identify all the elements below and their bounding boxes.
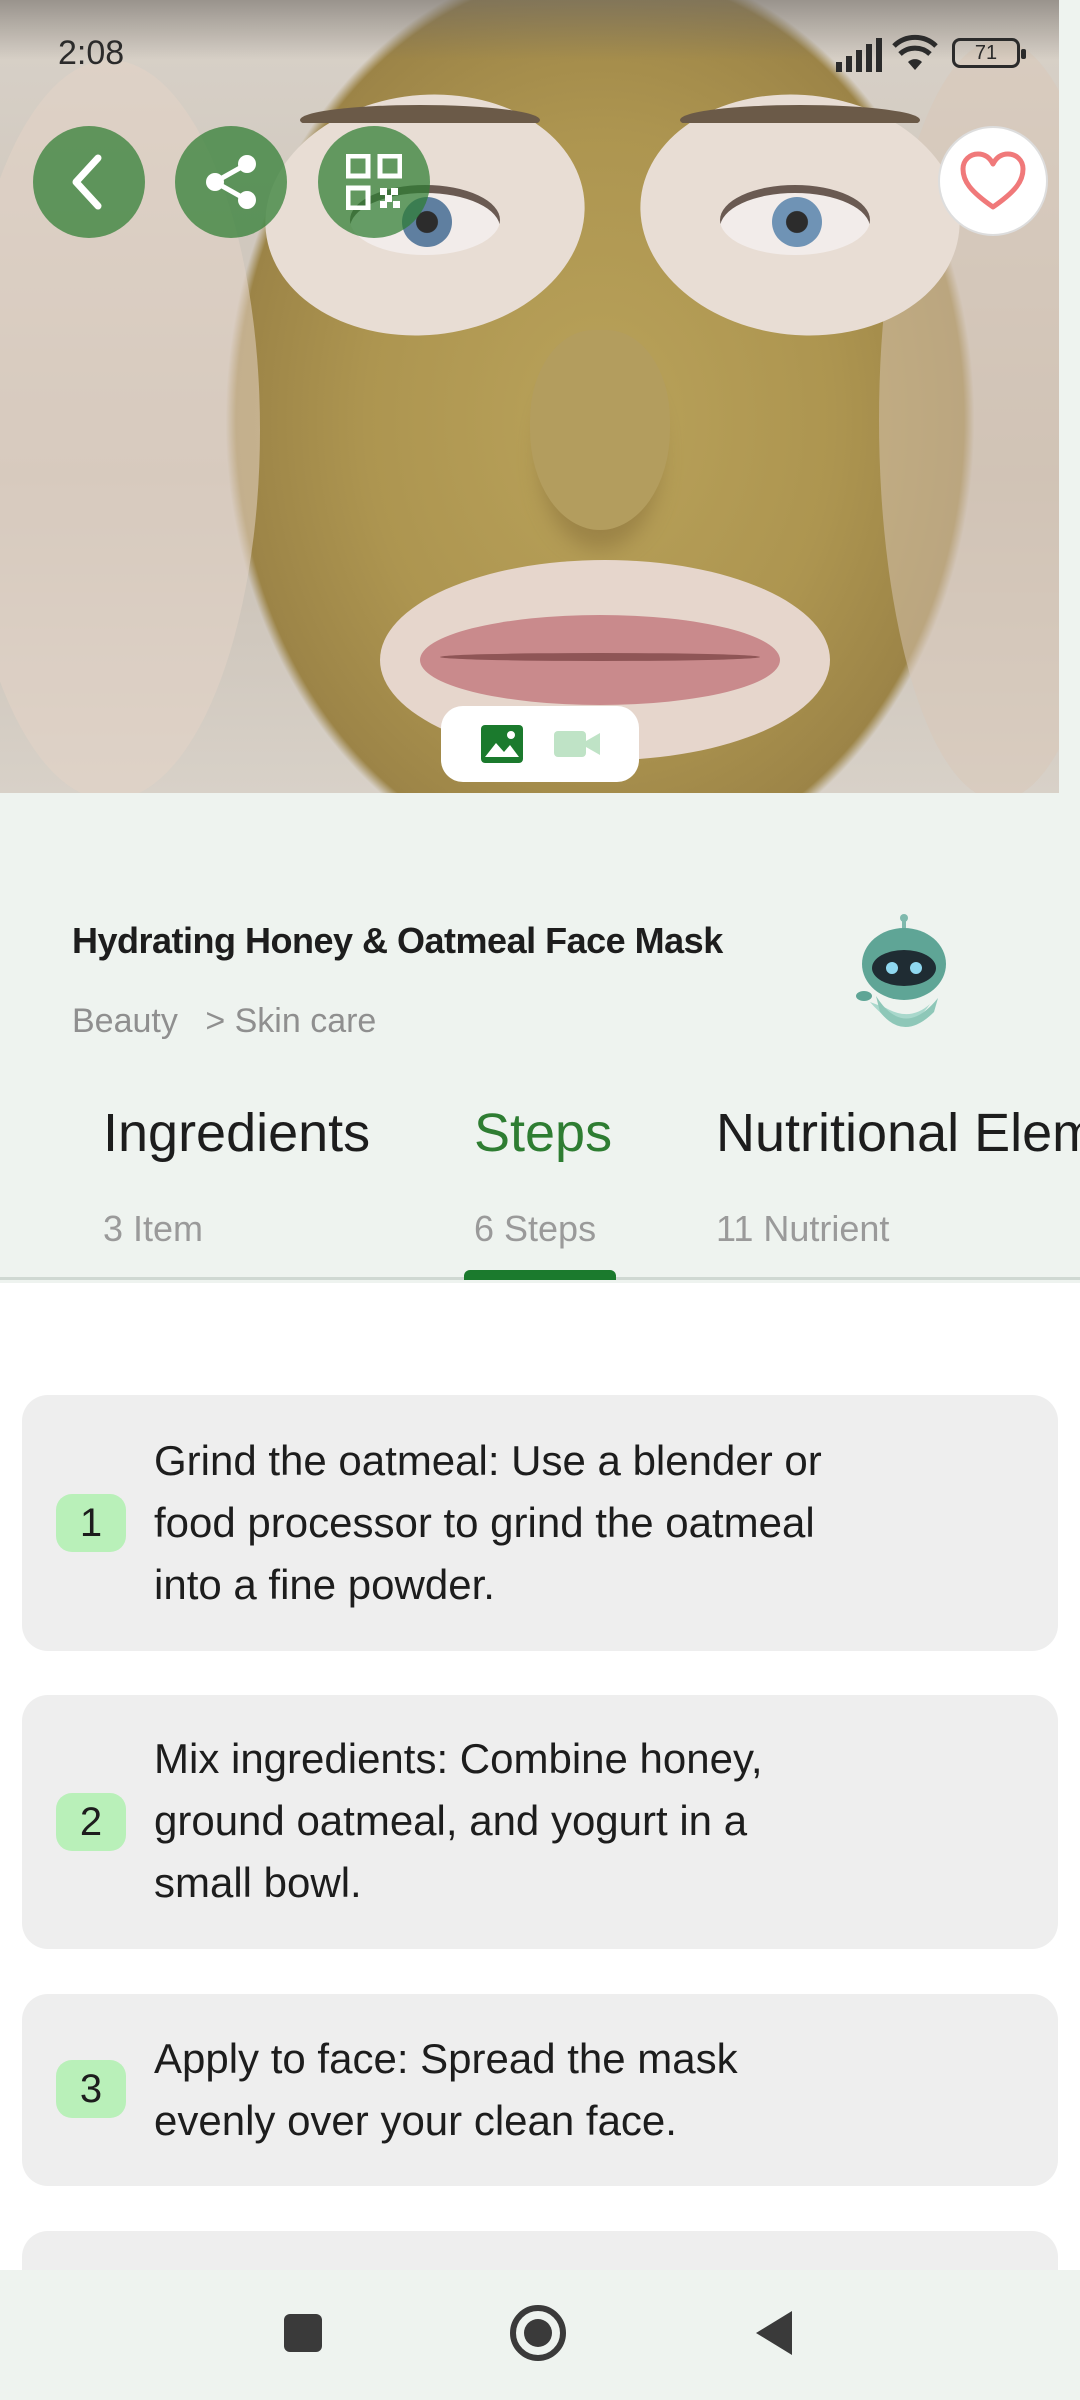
list-item[interactable]: 1 Grind the oatmeal: Use a blender or fo…: [22, 1395, 1058, 1651]
breadcrumb-category[interactable]: Beauty: [72, 1002, 178, 1040]
nav-back-button[interactable]: [739, 2298, 809, 2368]
video-icon[interactable]: [554, 729, 600, 759]
back-icon: [72, 154, 102, 210]
nav-recents-icon: [284, 2314, 322, 2352]
status-bar: 2:08 71: [0, 0, 1080, 100]
battery-indicator: 71: [952, 38, 1026, 68]
breadcrumb-subcategory[interactable]: > Skin care: [205, 1002, 376, 1040]
nav-recents-button[interactable]: [268, 2298, 338, 2368]
page-title: Hydrating Honey & Oatmeal Face Mask: [72, 920, 723, 961]
media-toggle: [441, 706, 639, 782]
favorite-button[interactable]: [938, 126, 1048, 236]
share-button[interactable]: [175, 126, 287, 238]
step-number-badge: 1: [56, 1494, 126, 1552]
step-number-badge: 3: [56, 2060, 126, 2118]
robot-assistant-icon[interactable]: [850, 912, 950, 1042]
list-item[interactable]: 3 Apply to face: Spread the mask evenly …: [22, 1994, 1058, 2186]
active-tab-indicator: [464, 1270, 616, 1280]
breadcrumb: Beauty > Skin care: [72, 1002, 376, 1041]
back-button[interactable]: [33, 126, 145, 238]
status-time: 2:08: [58, 34, 125, 72]
qr-code-button[interactable]: [318, 126, 430, 238]
steps-list: 1 Grind the oatmeal: Use a blender or fo…: [0, 1283, 1080, 2270]
image-icon[interactable]: [480, 724, 524, 764]
tab-steps-label: Steps: [474, 1103, 613, 1163]
list-item[interactable]: 2 Mix ingredients: Combine honey, ground…: [22, 1695, 1058, 1949]
hero-image: [0, 0, 1059, 793]
share-icon: [206, 155, 256, 209]
tab-nutritional-label: Nutritional Elem: [716, 1103, 1080, 1163]
signal-icon: [836, 38, 882, 72]
recipe-detail-screen: 2:08 71 Hydrating Honey & Oatmeal Face M…: [0, 0, 1080, 2400]
step-number-badge: 2: [56, 1793, 126, 1851]
list-item[interactable]: [22, 2231, 1058, 2270]
system-nav-bar: [0, 2270, 1080, 2400]
step-text: Mix ingredients: Combine honey, ground o…: [154, 1735, 763, 1906]
step-text: Grind the oatmeal: Use a blender or food…: [154, 1437, 822, 1608]
heart-icon: [960, 151, 1026, 210]
qr-code-icon: [346, 154, 402, 210]
tab-bar: Ingredients 3 Item Steps 6 Steps Nutriti…: [0, 1090, 1080, 1280]
nav-home-button[interactable]: [503, 2298, 573, 2368]
tab-nutritional-count: 11 Nutrient: [716, 1208, 890, 1249]
wifi-icon: [892, 34, 938, 70]
tab-ingredients-count: 3 Item: [103, 1208, 204, 1249]
nav-back-icon: [756, 2311, 792, 2355]
tab-steps-count: 6 Steps: [474, 1208, 597, 1249]
nav-home-icon: [510, 2305, 566, 2361]
step-text: Apply to face: Spread the mask evenly ov…: [154, 2035, 738, 2144]
tab-ingredients-label: Ingredients: [103, 1103, 371, 1163]
